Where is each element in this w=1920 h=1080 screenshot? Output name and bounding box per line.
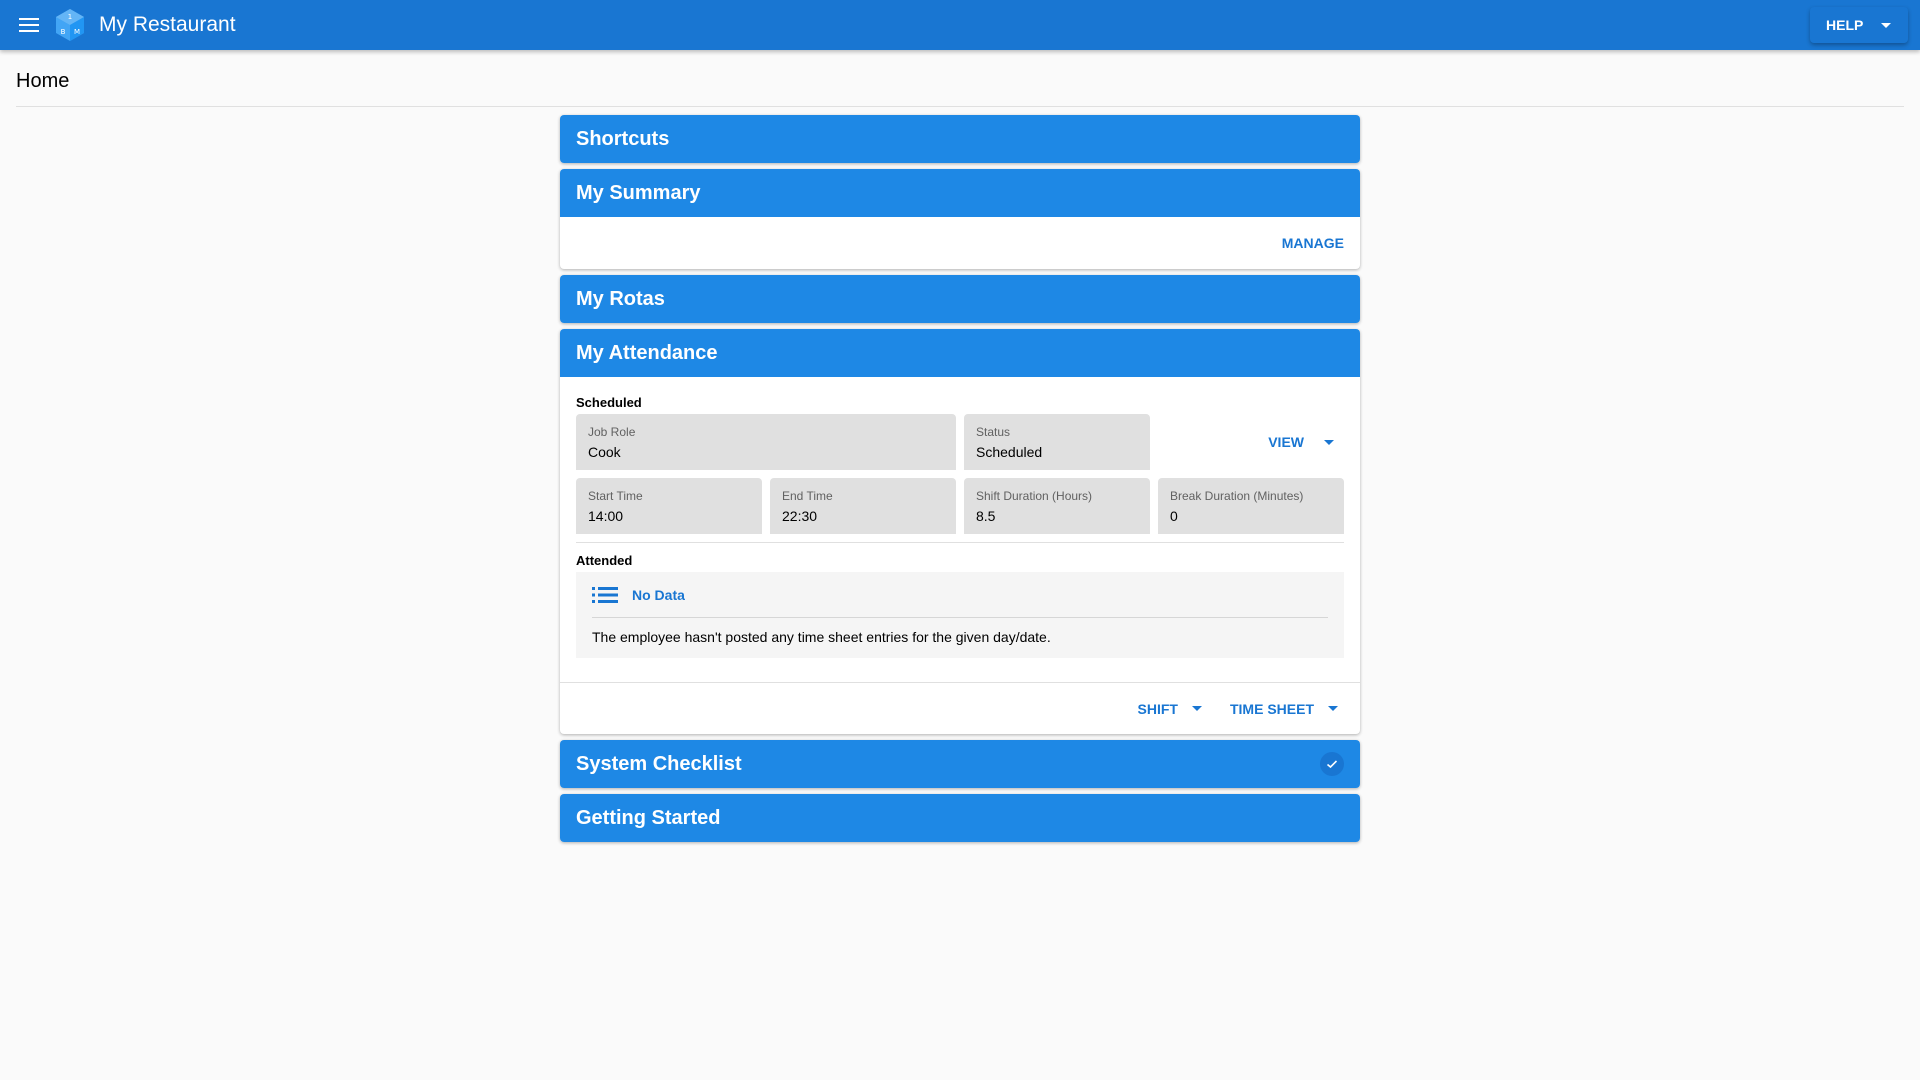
time-sheet-button[interactable]: TIME SHEET xyxy=(1230,701,1338,717)
view-menu: VIEW xyxy=(1158,414,1344,470)
summary-actions: MANAGE xyxy=(560,217,1360,269)
shift-button[interactable]: SHIFT xyxy=(1138,701,1202,717)
app-logo-cube-icon: 1 B M xyxy=(56,9,84,41)
caret-down-icon xyxy=(1328,706,1338,711)
app-bar: 1 B M My Restaurant HELP xyxy=(0,0,1920,50)
attendance-body: Scheduled Job Role Cook Status Scheduled… xyxy=(560,377,1360,658)
end-time-field: End Time 22:30 xyxy=(770,478,956,534)
panel-title: My Rotas xyxy=(576,287,665,310)
panel-title: My Summary xyxy=(576,181,701,204)
time-sheet-label: TIME SHEET xyxy=(1229,700,1314,717)
field-label: Start Time xyxy=(588,489,643,503)
no-data-header: No Data xyxy=(592,572,1328,618)
no-data-title: No Data xyxy=(632,586,685,603)
scheduled-row-1: Job Role Cook Status Scheduled VIEW xyxy=(576,414,1344,470)
summary-panel-header[interactable]: My Summary xyxy=(560,169,1360,217)
attendance-actions: SHIFT TIME SHEET xyxy=(560,682,1360,734)
field-label: Status xyxy=(976,425,1011,439)
field-label: Job Role xyxy=(588,425,636,439)
app-title: My Restaurant xyxy=(99,13,236,36)
checklist-panel: System Checklist xyxy=(560,740,1360,788)
getting-started-panel-header[interactable]: Getting Started xyxy=(560,794,1360,842)
caret-down-icon xyxy=(1191,706,1202,711)
attendance-panel: My Attendance Scheduled Job Role Cook St… xyxy=(560,329,1360,734)
field-label: Shift Duration (Hours) xyxy=(976,489,1093,503)
no-data-message: The employee hasn't posted any time shee… xyxy=(592,629,1051,645)
shift-label: SHIFT xyxy=(1137,700,1178,717)
shift-duration-field: Shift Duration (Hours) 8.5 xyxy=(964,478,1150,534)
start-time-field: Start Time 14:00 xyxy=(576,478,762,534)
help-label: HELP xyxy=(1826,17,1864,33)
scheduled-label: Scheduled xyxy=(576,395,642,410)
break-duration-field: Break Duration (Minutes) 0 xyxy=(1158,478,1344,534)
section-divider xyxy=(576,542,1344,543)
field-value: Scheduled xyxy=(976,444,1043,460)
panel-title: Shortcuts xyxy=(576,127,670,150)
attended-label: Attended xyxy=(576,553,633,568)
panel-title: Getting Started xyxy=(576,806,721,829)
field-value: Cook xyxy=(588,444,621,460)
attendance-panel-header[interactable]: My Attendance xyxy=(560,329,1360,377)
check-icon xyxy=(1320,752,1344,776)
caret-down-icon xyxy=(1324,439,1334,445)
status-field: Status Scheduled xyxy=(964,414,1150,470)
summary-panel: My Summary MANAGE xyxy=(560,169,1360,269)
field-label: Break Duration (Minutes) xyxy=(1170,489,1304,503)
job-role-field: Job Role Cook xyxy=(576,414,956,470)
field-value: 22:30 xyxy=(782,508,818,524)
page-title: Home xyxy=(16,70,70,92)
scheduled-row-2: Start Time 14:00 End Time 22:30 Shift Du… xyxy=(576,478,1344,534)
dashboard-column: Shortcuts My Summary MANAGE My Rotas My … xyxy=(560,115,1360,848)
manage-button[interactable]: MANAGE xyxy=(1282,235,1344,251)
menu-button[interactable] xyxy=(17,13,41,37)
checklist-panel-header[interactable]: System Checklist xyxy=(560,740,1360,788)
field-value: 0 xyxy=(1170,508,1178,524)
rotas-panel: My Rotas xyxy=(560,275,1360,323)
rotas-panel-header[interactable]: My Rotas xyxy=(560,275,1360,323)
caret-down-icon xyxy=(1881,22,1892,28)
svg-text:B: B xyxy=(61,28,66,36)
svg-text:M: M xyxy=(74,28,80,36)
view-button[interactable]: VIEW xyxy=(1268,434,1334,450)
shortcuts-panel-header[interactable]: Shortcuts xyxy=(560,115,1360,163)
field-value: 14:00 xyxy=(588,508,624,524)
field-label: End Time xyxy=(782,489,833,503)
svg-text:1: 1 xyxy=(68,13,72,21)
page-divider xyxy=(16,106,1904,107)
shortcuts-panel: Shortcuts xyxy=(560,115,1360,163)
no-data-box: No Data The employee hasn't posted any t… xyxy=(576,572,1344,658)
getting-started-panel: Getting Started xyxy=(560,794,1360,842)
field-value: 8.5 xyxy=(976,508,996,524)
hamburger-menu-icon xyxy=(19,18,39,32)
help-button[interactable]: HELP xyxy=(1810,7,1908,43)
view-label: VIEW xyxy=(1268,434,1304,450)
panel-title: My Attendance xyxy=(576,341,718,364)
list-icon xyxy=(592,586,618,603)
panel-title: System Checklist xyxy=(576,752,742,775)
